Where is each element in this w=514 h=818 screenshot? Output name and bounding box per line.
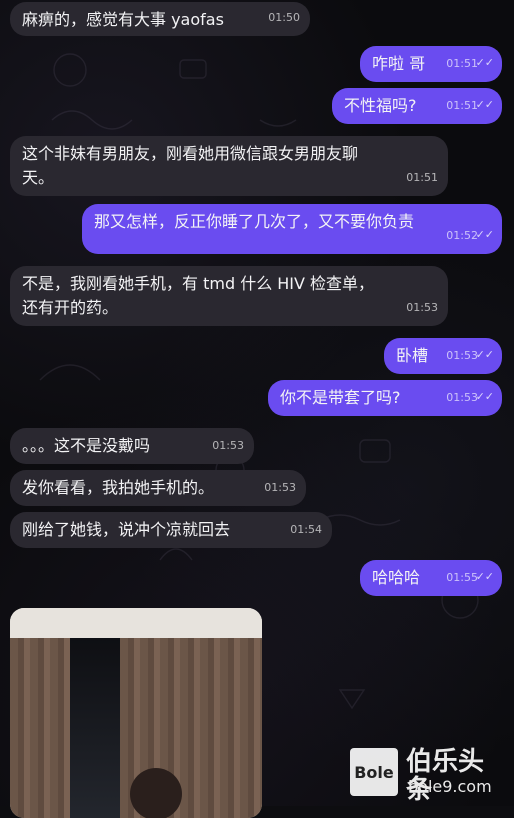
message-time: 01:53	[446, 391, 478, 404]
message-time: 01:54	[290, 523, 322, 536]
message-time: 01:51	[406, 171, 438, 184]
photo-curtain-left	[10, 638, 70, 818]
photo-ceiling	[10, 608, 262, 642]
message-text: 那又怎样，反正你睡了几次了，又不要你负责	[94, 212, 415, 231]
photo-person-head	[130, 768, 182, 818]
photo-message[interactable]	[10, 608, 262, 818]
message-time: 01:53	[406, 301, 438, 314]
double-check-icon: ✓✓	[475, 348, 494, 361]
watermark-subtitle: bole9.com	[408, 777, 492, 796]
double-check-icon: ✓✓	[475, 56, 494, 69]
message-time: 01:55	[446, 571, 478, 584]
watermark: Bole 伯乐头条 bole9.com	[350, 748, 506, 804]
message-time: 01:51	[446, 99, 478, 112]
incoming-message[interactable]: 不是，我刚看她手机，有 tmd 什么 HIV 检查单， 还有开的药。 01:53	[10, 266, 448, 326]
outgoing-message[interactable]: 不性福吗? 01:51 ✓✓	[332, 88, 502, 124]
message-text: 。。。这不是没戴吗	[22, 436, 151, 455]
double-check-icon: ✓✓	[475, 570, 494, 583]
message-time: 01:51	[446, 57, 478, 70]
message-time: 01:53	[212, 439, 244, 452]
double-check-icon: ✓✓	[475, 228, 494, 241]
chat-background: 麻痹的，感觉有大事 yaofas 01:50 咋啦 哥 01:51 ✓✓ 不性福…	[0, 0, 514, 818]
message-text: 卧槽	[396, 346, 429, 365]
outgoing-message[interactable]: 那又怎样，反正你睡了几次了，又不要你负责 01:52 ✓✓	[82, 204, 502, 254]
message-text: 刚给了她钱，说冲个凉就回去	[22, 520, 231, 539]
watermark-logo: Bole	[350, 748, 398, 796]
incoming-message[interactable]: 麻痹的，感觉有大事 yaofas 01:50	[10, 2, 310, 36]
message-text: 哈哈哈	[372, 568, 421, 587]
message-text: 不是，我刚看她手机，有 tmd 什么 HIV 检查单， 还有开的药。	[22, 274, 375, 317]
message-time: 01:50	[268, 11, 300, 24]
outgoing-message[interactable]: 卧槽 01:53 ✓✓	[384, 338, 502, 374]
message-text: 你不是带套了吗?	[280, 388, 401, 407]
incoming-message[interactable]: 发你看看，我拍她手机的。 01:53	[10, 470, 306, 506]
message-text: 发你看看，我拍她手机的。	[22, 478, 215, 497]
outgoing-message[interactable]: 哈哈哈 01:55 ✓✓	[360, 560, 502, 596]
message-text: 咋啦 哥	[372, 54, 426, 73]
double-check-icon: ✓✓	[475, 390, 494, 403]
message-time: 01:53	[264, 481, 296, 494]
incoming-message[interactable]: 刚给了她钱，说冲个凉就回去 01:54	[10, 512, 332, 548]
incoming-message[interactable]: 这个非妹有男朋友，刚看她用微信跟女男朋友聊 天。 01:51	[10, 136, 448, 196]
incoming-message[interactable]: 。。。这不是没戴吗 01:53	[10, 428, 254, 464]
message-text: 不性福吗?	[344, 96, 417, 115]
message-time: 01:53	[446, 349, 478, 362]
photo-window	[70, 638, 120, 818]
outgoing-message[interactable]: 咋啦 哥 01:51 ✓✓	[360, 46, 502, 82]
message-time: 01:52	[446, 229, 478, 242]
outgoing-message[interactable]: 你不是带套了吗? 01:53 ✓✓	[268, 380, 502, 416]
double-check-icon: ✓✓	[475, 98, 494, 111]
message-text: 这个非妹有男朋友，刚看她用微信跟女男朋友聊 天。	[22, 144, 359, 187]
message-text: 麻痹的，感觉有大事 yaofas	[22, 10, 224, 29]
